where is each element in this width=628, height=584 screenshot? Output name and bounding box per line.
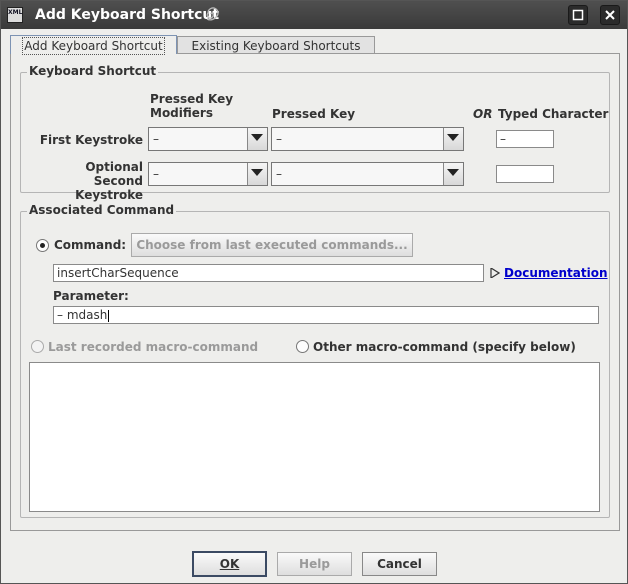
tab-existing-keyboard-shortcuts[interactable]: Existing Keyboard Shortcuts (177, 36, 375, 53)
first-keystroke-label: First Keystroke (39, 133, 143, 147)
second-modifiers-combo[interactable]: – (148, 162, 268, 186)
tab-existing-label: Existing Keyboard Shortcuts (191, 39, 361, 53)
choose-last-commands-button[interactable]: Choose from last executed commands... (131, 233, 413, 257)
second-modifiers-value: – (153, 167, 159, 181)
choose-last-commands-label: Choose from last executed commands... (136, 238, 408, 252)
help-button[interactable]: Help (277, 552, 352, 576)
command-label: Command: (54, 238, 127, 252)
spiral-icon (206, 7, 219, 21)
associated-command-group: Associated Command Command: Choose from … (20, 203, 610, 518)
first-key-value: – (276, 132, 282, 146)
second-typed-character-field[interactable] (496, 165, 554, 183)
title-bar[interactable]: XML Add Keyboard Shortcut (1, 1, 627, 29)
second-key-value: – (276, 167, 282, 181)
last-macro-label: Last recorded macro-command (48, 340, 259, 354)
typed-character-column-header: Typed Character (498, 107, 609, 121)
window-title: Add Keyboard Shortcut (35, 7, 220, 23)
pressed-key-column-header: Pressed Key (272, 107, 356, 121)
app-icon: XML (7, 7, 23, 23)
second-keystroke-label: Optional Second Keystroke (75, 160, 143, 202)
chevron-down-icon[interactable] (443, 163, 463, 185)
documentation-link[interactable]: Documentation (504, 266, 608, 280)
close-icon (605, 10, 615, 20)
first-modifiers-value: – (153, 132, 159, 146)
first-typed-character-value: – (500, 132, 506, 146)
play-icon (490, 268, 500, 278)
parameter-value: – mdash (57, 308, 108, 322)
ok-button-label: OK (219, 557, 240, 571)
or-label: OR (473, 107, 493, 121)
text-caret (108, 309, 110, 322)
help-button-label: Help (299, 557, 330, 571)
chevron-down-icon[interactable] (247, 128, 267, 150)
maximize-button[interactable] (568, 5, 588, 25)
tab-add-keyboard-shortcut[interactable]: Add Keyboard Shortcut (10, 35, 177, 55)
macro-command-textarea[interactable] (29, 362, 600, 512)
maximize-icon (572, 9, 584, 21)
app-icon-text: XML (8, 9, 23, 16)
cancel-button-label: Cancel (377, 557, 422, 571)
other-macro-label: Other macro-command (specify below) (313, 340, 576, 354)
ok-button[interactable]: OK (192, 551, 267, 577)
command-field[interactable]: insertCharSequence (53, 264, 484, 282)
parameter-field[interactable]: – mdash (53, 306, 599, 324)
associated-command-group-title: Associated Command (27, 203, 177, 217)
other-macro-radio[interactable] (296, 340, 309, 353)
close-button[interactable] (600, 5, 620, 25)
tab-content-panel: Keyboard Shortcut Pressed Key Modifiers … (10, 53, 620, 531)
chevron-down-icon[interactable] (443, 128, 463, 150)
last-macro-radio[interactable] (31, 340, 44, 353)
first-typed-character-field[interactable]: – (496, 130, 554, 148)
first-key-combo[interactable]: – (271, 127, 464, 151)
tab-add-label: Add Keyboard Shortcut (22, 37, 165, 55)
keyboard-shortcut-group-title: Keyboard Shortcut (27, 64, 159, 78)
keyboard-shortcut-group: Keyboard Shortcut Pressed Key Modifiers … (20, 64, 610, 202)
modifiers-column-header: Pressed Key Modifiers (150, 92, 234, 120)
parameter-label: Parameter: (53, 289, 129, 303)
command-value: insertCharSequence (57, 266, 179, 280)
dialog-window: XML Add Keyboard Shortcut Add Keyboard S… (0, 0, 628, 584)
chevron-down-icon[interactable] (247, 163, 267, 185)
command-radio[interactable] (36, 239, 49, 252)
first-modifiers-combo[interactable]: – (148, 127, 268, 151)
second-key-combo[interactable]: – (271, 162, 464, 186)
cancel-button[interactable]: Cancel (362, 552, 437, 576)
